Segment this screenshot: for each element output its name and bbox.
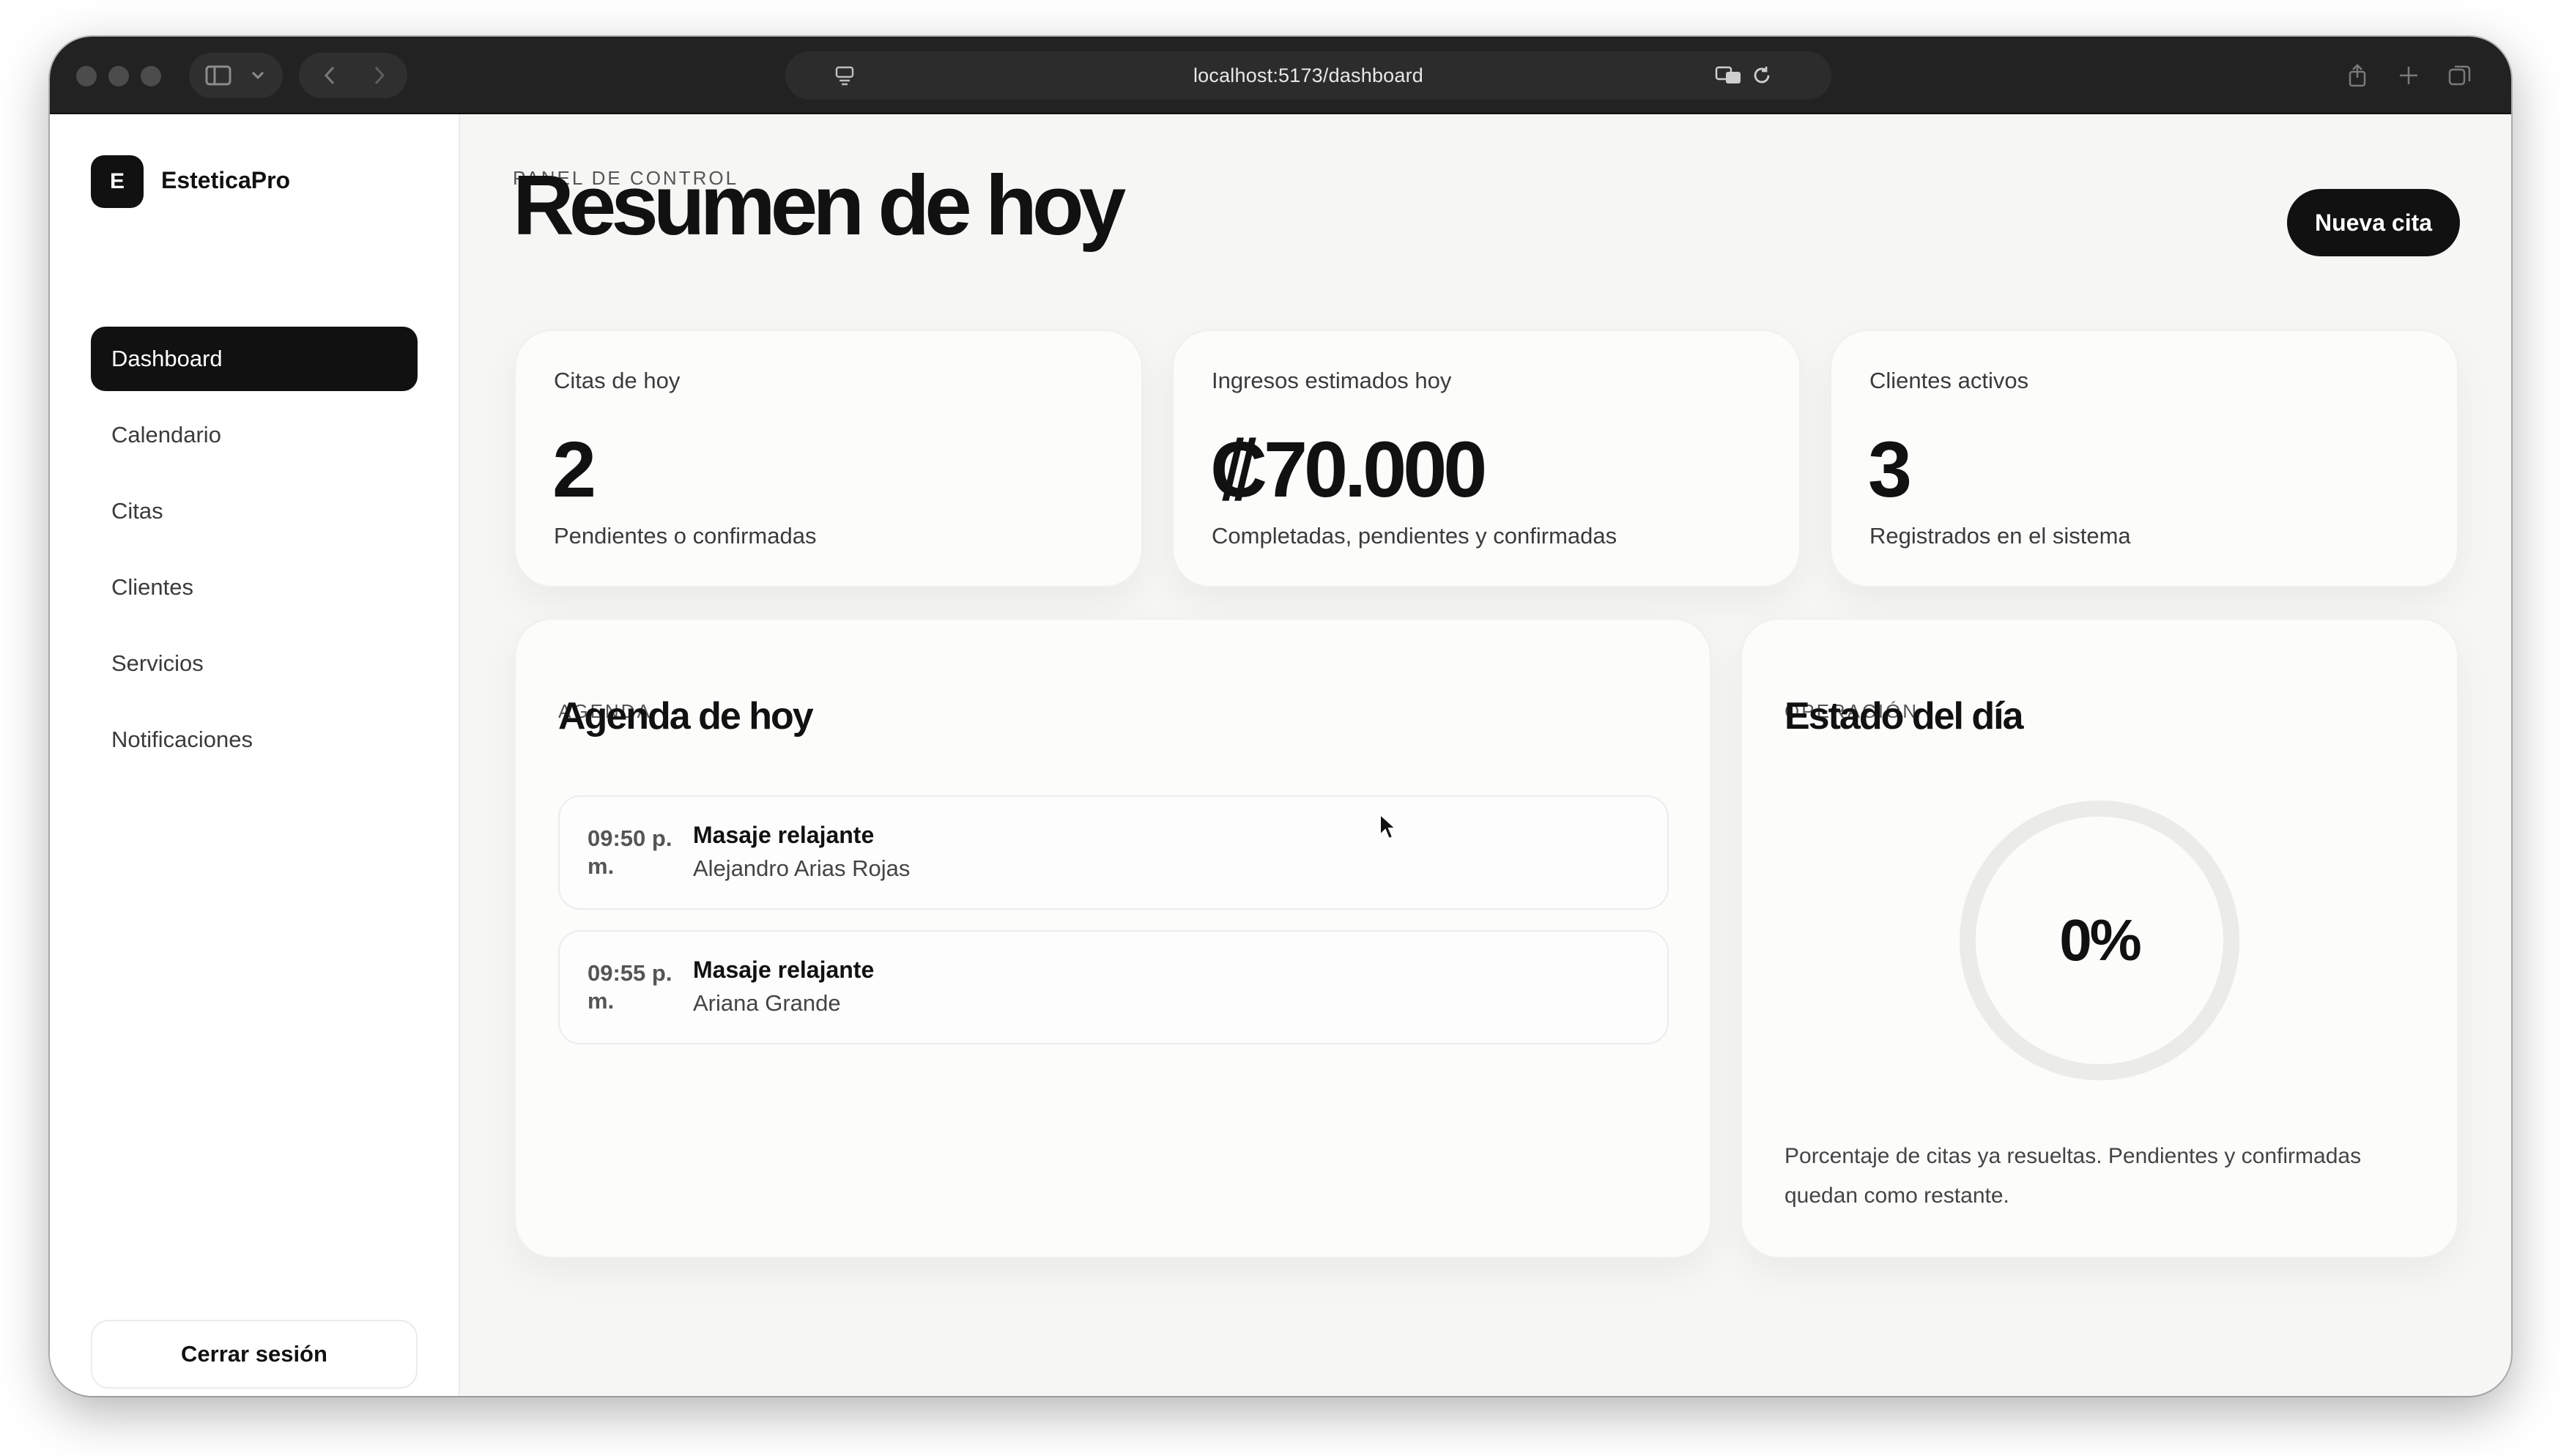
status-title: Estado del día xyxy=(1784,695,2024,738)
appointment-service: Masaje relajante xyxy=(693,957,875,983)
browser-window: localhost:5173/dashboard E EsteticaPro D… xyxy=(50,37,2511,1396)
address-bar[interactable]: localhost:5173/dashboard xyxy=(785,51,1831,100)
browser-toolbar: localhost:5173/dashboard xyxy=(50,37,2511,114)
appointment-time: 09:55 p. m. xyxy=(588,960,672,1014)
stat-card-revenue: Ingresos estimados hoy ₡70.000 Completad… xyxy=(1172,330,1801,587)
status-card: OPERACIÓN Estado del día 0% Porcentaje d… xyxy=(1741,618,2458,1258)
share-icon[interactable] xyxy=(2343,53,2372,98)
new-tab-icon[interactable] xyxy=(2394,53,2423,98)
sidebar-item-calendario[interactable]: Calendario xyxy=(91,403,418,467)
stat-subtitle: Registrados en el sistema xyxy=(1869,523,2131,549)
close-window-button[interactable] xyxy=(76,66,97,86)
url-text[interactable]: localhost:5173/dashboard xyxy=(785,51,1831,100)
stat-card-appointments: Citas de hoy 2 Pendientes o confirmadas xyxy=(514,330,1143,587)
tab-overview-icon[interactable] xyxy=(2445,53,2475,98)
agenda-title: Agenda de hoy xyxy=(558,695,814,738)
mouse-cursor-icon xyxy=(1379,812,1398,844)
status-description: Porcentaje de citas ya resueltas. Pendie… xyxy=(1784,1144,2362,1208)
brand-logo[interactable]: E xyxy=(91,155,144,208)
logout-button[interactable]: Cerrar sesión xyxy=(91,1320,418,1389)
stat-label: Clientes activos xyxy=(1869,368,2029,393)
progress-percentage: 0% xyxy=(2059,907,2142,973)
appointment-client: Ariana Grande xyxy=(693,990,841,1016)
agenda-card: AGENDA Agenda de hoy 09:50 p. m. Masaje … xyxy=(514,618,1711,1258)
forward-arrow-icon[interactable] xyxy=(363,53,396,98)
stat-value: ₡70.000 xyxy=(1210,425,1487,513)
sidebar-item-dashboard[interactable]: Dashboard xyxy=(91,327,418,391)
stat-label: Ingresos estimados hoy xyxy=(1212,368,1452,393)
chevron-down-icon[interactable] xyxy=(245,53,271,98)
sidebar-toggle-icon[interactable] xyxy=(202,53,234,98)
stat-subtitle: Completadas, pendientes y confirmadas xyxy=(1212,523,1617,549)
appointment-client: Alejandro Arias Rojas xyxy=(693,855,911,881)
sidebar-item-clientes[interactable]: Clientes xyxy=(91,555,418,620)
appointment-item[interactable]: 09:50 p. m. Masaje relajante Alejandro A… xyxy=(558,795,1669,910)
sidebar: E EsteticaPro Dashboard Calendario Citas… xyxy=(50,114,460,1396)
appointment-item[interactable]: 09:55 p. m. Masaje relajante Ariana Gran… xyxy=(558,930,1669,1044)
stat-value: 2 xyxy=(552,425,596,513)
stat-card-clients: Clientes activos 3 Registrados en el sis… xyxy=(1830,330,2458,587)
back-arrow-icon[interactable] xyxy=(314,53,346,98)
appointment-time: 09:50 p. m. xyxy=(588,825,672,879)
sidebar-item-notificaciones[interactable]: Notificaciones xyxy=(91,707,418,772)
sidebar-item-citas[interactable]: Citas xyxy=(91,479,418,543)
appointment-service: Masaje relajante xyxy=(693,822,875,848)
sidebar-item-servicios[interactable]: Servicios xyxy=(91,631,418,696)
stat-label: Citas de hoy xyxy=(554,368,681,393)
translate-icon[interactable] xyxy=(1714,64,1743,90)
zoom-window-button[interactable] xyxy=(141,66,161,86)
reload-icon[interactable] xyxy=(1751,64,1773,90)
progress-ring: 0% xyxy=(1959,800,2240,1081)
brand-name[interactable]: EsteticaPro xyxy=(161,167,290,194)
page-title: Resumen de hoy xyxy=(513,157,1126,253)
stat-value: 3 xyxy=(1868,425,1912,513)
stat-subtitle: Pendientes o confirmadas xyxy=(554,523,817,549)
minimize-window-button[interactable] xyxy=(108,66,129,86)
new-appointment-button[interactable]: Nueva cita xyxy=(2287,189,2460,256)
